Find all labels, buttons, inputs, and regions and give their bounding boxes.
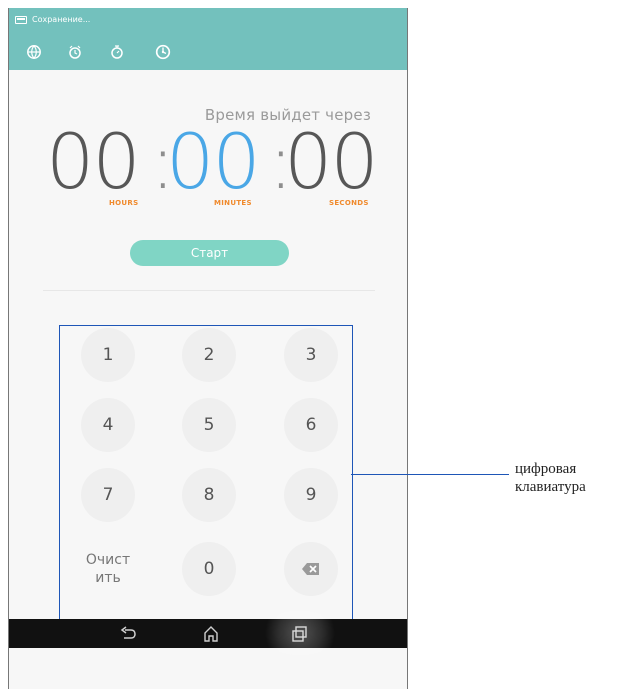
keypad-key-5[interactable]: 5 [182, 398, 236, 452]
keypad-key-6[interactable]: 6 [284, 398, 338, 452]
hours-value: 00 [46, 117, 141, 206]
status-text: Сохранение... [32, 14, 91, 24]
keypad-key-2[interactable]: 2 [182, 328, 236, 382]
clear-button[interactable]: Очист ить [72, 542, 144, 596]
home-button[interactable] [200, 623, 222, 645]
backspace-icon [302, 563, 319, 575]
keypad-key-8[interactable]: 8 [182, 468, 236, 522]
alarm-icon[interactable] [67, 44, 83, 60]
keypad-key-0[interactable]: 0 [182, 542, 236, 596]
seconds-label: SECONDS [329, 199, 369, 207]
recent-apps-button[interactable] [289, 623, 311, 645]
screenshot-save-icon [15, 15, 27, 24]
section-divider [43, 290, 375, 291]
clock-toolbar [9, 31, 407, 70]
keypad-key-4[interactable]: 4 [81, 398, 135, 452]
backspace-button[interactable] [284, 542, 338, 596]
keypad-callout-line [351, 474, 509, 475]
seconds-value: 00 [284, 117, 379, 206]
world-clock-icon[interactable] [26, 44, 42, 60]
timer-display: 00 : 00 : 00 [46, 117, 379, 206]
stopwatch-icon[interactable] [109, 44, 125, 60]
hours-label: HOURS [109, 199, 139, 207]
keypad-key-3[interactable]: 3 [284, 328, 338, 382]
recent-apps-icon [292, 626, 307, 642]
back-button[interactable] [117, 623, 139, 645]
status-bar: Сохранение... [9, 8, 407, 31]
minutes-label: MINUTES [214, 199, 252, 207]
document-page: Сохранение... Время выйдет через 00: 00… [0, 0, 625, 689]
keypad-key-9[interactable]: 9 [284, 468, 338, 522]
keypad-key-1[interactable]: 1 [81, 328, 135, 382]
keypad-key-7[interactable]: 7 [81, 468, 135, 522]
timer-icon[interactable] [155, 44, 171, 60]
keypad-callout-label: цифровая клавиатура [515, 461, 586, 495]
home-icon [204, 626, 218, 642]
tablet-screen: Сохранение... Время выйдет через 00: 00… [8, 8, 408, 689]
minutes-value: 00 [166, 117, 261, 206]
back-icon [120, 626, 136, 639]
navigation-bar [9, 619, 407, 648]
timer-screen: Время выйдет через 00 : 00 : 00 HOURS MI… [9, 70, 407, 625]
start-button[interactable]: Старт [130, 240, 289, 266]
